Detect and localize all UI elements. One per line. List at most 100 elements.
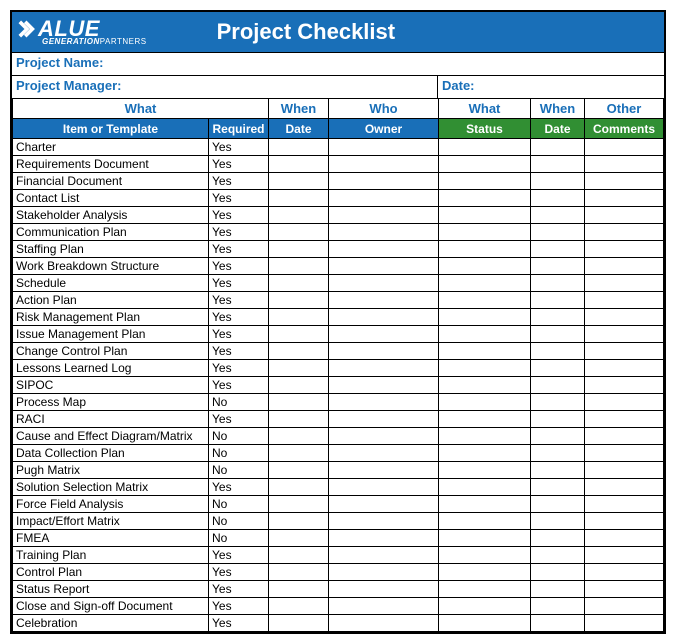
cell-date2[interactable] bbox=[531, 241, 585, 258]
cell-status[interactable] bbox=[439, 496, 531, 513]
cell-owner[interactable] bbox=[329, 139, 439, 156]
cell-comments[interactable] bbox=[585, 207, 664, 224]
cell-status[interactable] bbox=[439, 462, 531, 479]
cell-status[interactable] bbox=[439, 224, 531, 241]
cell-comments[interactable] bbox=[585, 173, 664, 190]
cell-owner[interactable] bbox=[329, 445, 439, 462]
cell-comments[interactable] bbox=[585, 258, 664, 275]
cell-date2[interactable] bbox=[531, 156, 585, 173]
cell-comments[interactable] bbox=[585, 275, 664, 292]
cell-date2[interactable] bbox=[531, 547, 585, 564]
cell-status[interactable] bbox=[439, 173, 531, 190]
cell-owner[interactable] bbox=[329, 581, 439, 598]
cell-status[interactable] bbox=[439, 445, 531, 462]
cell-comments[interactable] bbox=[585, 377, 664, 394]
cell-owner[interactable] bbox=[329, 513, 439, 530]
cell-owner[interactable] bbox=[329, 598, 439, 615]
cell-comments[interactable] bbox=[585, 564, 664, 581]
cell-comments[interactable] bbox=[585, 139, 664, 156]
cell-date2[interactable] bbox=[531, 479, 585, 496]
cell-date2[interactable] bbox=[531, 530, 585, 547]
cell-date1[interactable] bbox=[269, 258, 329, 275]
cell-status[interactable] bbox=[439, 343, 531, 360]
cell-owner[interactable] bbox=[329, 462, 439, 479]
cell-comments[interactable] bbox=[585, 309, 664, 326]
cell-status[interactable] bbox=[439, 513, 531, 530]
cell-owner[interactable] bbox=[329, 411, 439, 428]
cell-status[interactable] bbox=[439, 598, 531, 615]
cell-status[interactable] bbox=[439, 411, 531, 428]
cell-owner[interactable] bbox=[329, 564, 439, 581]
cell-owner[interactable] bbox=[329, 258, 439, 275]
cell-comments[interactable] bbox=[585, 292, 664, 309]
cell-comments[interactable] bbox=[585, 190, 664, 207]
cell-date2[interactable] bbox=[531, 224, 585, 241]
cell-owner[interactable] bbox=[329, 394, 439, 411]
cell-date2[interactable] bbox=[531, 258, 585, 275]
cell-date1[interactable] bbox=[269, 428, 329, 445]
cell-date1[interactable] bbox=[269, 207, 329, 224]
cell-date1[interactable] bbox=[269, 326, 329, 343]
cell-date2[interactable] bbox=[531, 411, 585, 428]
cell-owner[interactable] bbox=[329, 292, 439, 309]
cell-owner[interactable] bbox=[329, 530, 439, 547]
cell-date1[interactable] bbox=[269, 530, 329, 547]
cell-comments[interactable] bbox=[585, 598, 664, 615]
cell-owner[interactable] bbox=[329, 428, 439, 445]
cell-date2[interactable] bbox=[531, 581, 585, 598]
cell-date2[interactable] bbox=[531, 564, 585, 581]
cell-date1[interactable] bbox=[269, 292, 329, 309]
cell-date2[interactable] bbox=[531, 292, 585, 309]
cell-owner[interactable] bbox=[329, 173, 439, 190]
cell-comments[interactable] bbox=[585, 360, 664, 377]
cell-date1[interactable] bbox=[269, 190, 329, 207]
cell-status[interactable] bbox=[439, 479, 531, 496]
cell-status[interactable] bbox=[439, 326, 531, 343]
cell-status[interactable] bbox=[439, 275, 531, 292]
cell-comments[interactable] bbox=[585, 581, 664, 598]
cell-date2[interactable] bbox=[531, 139, 585, 156]
cell-date2[interactable] bbox=[531, 275, 585, 292]
cell-status[interactable] bbox=[439, 309, 531, 326]
cell-status[interactable] bbox=[439, 156, 531, 173]
cell-date1[interactable] bbox=[269, 224, 329, 241]
cell-comments[interactable] bbox=[585, 428, 664, 445]
cell-owner[interactable] bbox=[329, 309, 439, 326]
cell-status[interactable] bbox=[439, 547, 531, 564]
cell-date2[interactable] bbox=[531, 462, 585, 479]
cell-date1[interactable] bbox=[269, 445, 329, 462]
cell-date1[interactable] bbox=[269, 581, 329, 598]
cell-date1[interactable] bbox=[269, 275, 329, 292]
cell-owner[interactable] bbox=[329, 360, 439, 377]
cell-status[interactable] bbox=[439, 241, 531, 258]
cell-comments[interactable] bbox=[585, 496, 664, 513]
cell-comments[interactable] bbox=[585, 547, 664, 564]
cell-comments[interactable] bbox=[585, 530, 664, 547]
cell-date2[interactable] bbox=[531, 598, 585, 615]
cell-owner[interactable] bbox=[329, 190, 439, 207]
cell-owner[interactable] bbox=[329, 156, 439, 173]
cell-date1[interactable] bbox=[269, 156, 329, 173]
cell-date2[interactable] bbox=[531, 207, 585, 224]
cell-status[interactable] bbox=[439, 360, 531, 377]
cell-date1[interactable] bbox=[269, 343, 329, 360]
cell-status[interactable] bbox=[439, 615, 531, 632]
cell-status[interactable] bbox=[439, 292, 531, 309]
cell-comments[interactable] bbox=[585, 513, 664, 530]
cell-comments[interactable] bbox=[585, 326, 664, 343]
cell-status[interactable] bbox=[439, 394, 531, 411]
cell-status[interactable] bbox=[439, 564, 531, 581]
cell-status[interactable] bbox=[439, 207, 531, 224]
cell-comments[interactable] bbox=[585, 394, 664, 411]
cell-owner[interactable] bbox=[329, 224, 439, 241]
cell-comments[interactable] bbox=[585, 411, 664, 428]
cell-date1[interactable] bbox=[269, 513, 329, 530]
cell-owner[interactable] bbox=[329, 496, 439, 513]
cell-date1[interactable] bbox=[269, 411, 329, 428]
cell-date1[interactable] bbox=[269, 547, 329, 564]
cell-date1[interactable] bbox=[269, 139, 329, 156]
cell-date1[interactable] bbox=[269, 598, 329, 615]
cell-date1[interactable] bbox=[269, 564, 329, 581]
cell-date2[interactable] bbox=[531, 326, 585, 343]
cell-date2[interactable] bbox=[531, 343, 585, 360]
